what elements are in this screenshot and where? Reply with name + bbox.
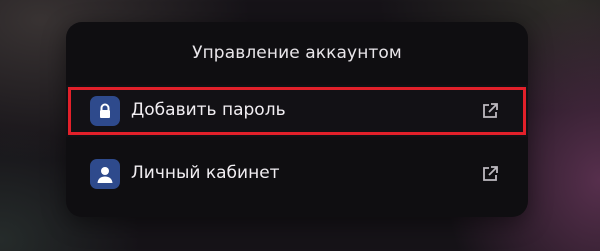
external-link-icon <box>483 103 498 118</box>
personal-account-label: Личный кабинет <box>131 163 280 183</box>
external-link-icon <box>483 166 498 181</box>
personal-account-item[interactable]: Личный кабинет <box>66 148 528 200</box>
lock-icon <box>90 96 120 126</box>
add-password-label: Добавить пароль <box>131 100 286 120</box>
dialog-title: Управление аккаунтом <box>192 43 402 63</box>
user-icon <box>90 159 120 189</box>
account-management-dialog: Управление аккаунтом Добавить пароль Лич… <box>66 22 528 217</box>
add-password-item[interactable]: Добавить пароль <box>66 85 528 137</box>
